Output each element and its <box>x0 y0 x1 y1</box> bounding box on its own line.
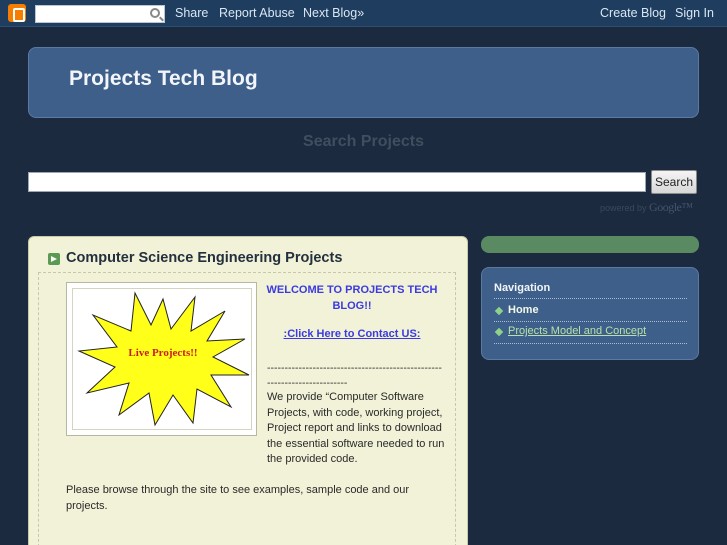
browse-paragraph: Please browse through the site to see ex… <box>66 484 410 512</box>
sidebar-top-bar <box>481 236 699 253</box>
sidebar-item-label[interactable]: Home <box>508 304 539 316</box>
starburst-icon <box>77 291 250 427</box>
navigation-heading: Navigation <box>494 282 551 294</box>
live-projects-image: Live Projects!! <box>66 282 257 436</box>
post-title[interactable]: Computer Science Engineering Projects <box>66 250 342 266</box>
nav-divider <box>494 321 687 322</box>
share-link[interactable]: Share <box>175 6 208 20</box>
powered-by-google: powered by Google™ <box>600 200 693 215</box>
image-inner: Live Projects!! <box>72 288 252 430</box>
google-logo: Google™ <box>649 200 693 214</box>
create-blog-link[interactable]: Create Blog <box>600 6 666 20</box>
bullet-icon <box>494 327 504 337</box>
navigation-widget: Navigation Home Projects Model and Conce… <box>481 267 699 360</box>
sidebar-item-label[interactable]: Projects Model and Concept <box>508 325 646 337</box>
contact-us-link[interactable]: :Click Here to Contact US: <box>262 328 442 340</box>
live-projects-text: Live Projects!! <box>128 347 198 359</box>
navbar-search-input[interactable] <box>35 5 165 23</box>
nav-divider <box>494 298 687 299</box>
search-icon[interactable] <box>150 8 160 18</box>
report-abuse-link[interactable]: Report Abuse <box>219 6 295 20</box>
welcome-heading: WELCOME TO PROJECTS TECH BLOG!! <box>266 284 438 312</box>
sign-in-link[interactable]: Sign In <box>675 6 714 20</box>
search-button[interactable]: Search <box>651 170 697 194</box>
blog-header: Projects Tech Blog <box>28 47 699 118</box>
powered-by-label: powered by <box>600 203 647 213</box>
arrow-right-icon <box>48 253 60 265</box>
blog-title[interactable]: Projects Tech Blog <box>69 67 258 91</box>
bullet-icon <box>494 306 504 316</box>
blogger-logo-icon[interactable] <box>8 4 26 22</box>
dashed-separator: ----------------------------------------… <box>267 362 442 389</box>
search-heading: Search Projects <box>303 133 424 150</box>
intro-paragraph: We provide “Computer Software Projects, … <box>267 391 445 465</box>
blogger-navbar: Share Report Abuse Next Blog» Create Blo… <box>0 0 727 27</box>
next-blog-link[interactable]: Next Blog» <box>303 6 364 20</box>
search-input[interactable] <box>28 172 646 192</box>
nav-divider <box>494 343 687 344</box>
title-divider <box>38 272 456 273</box>
